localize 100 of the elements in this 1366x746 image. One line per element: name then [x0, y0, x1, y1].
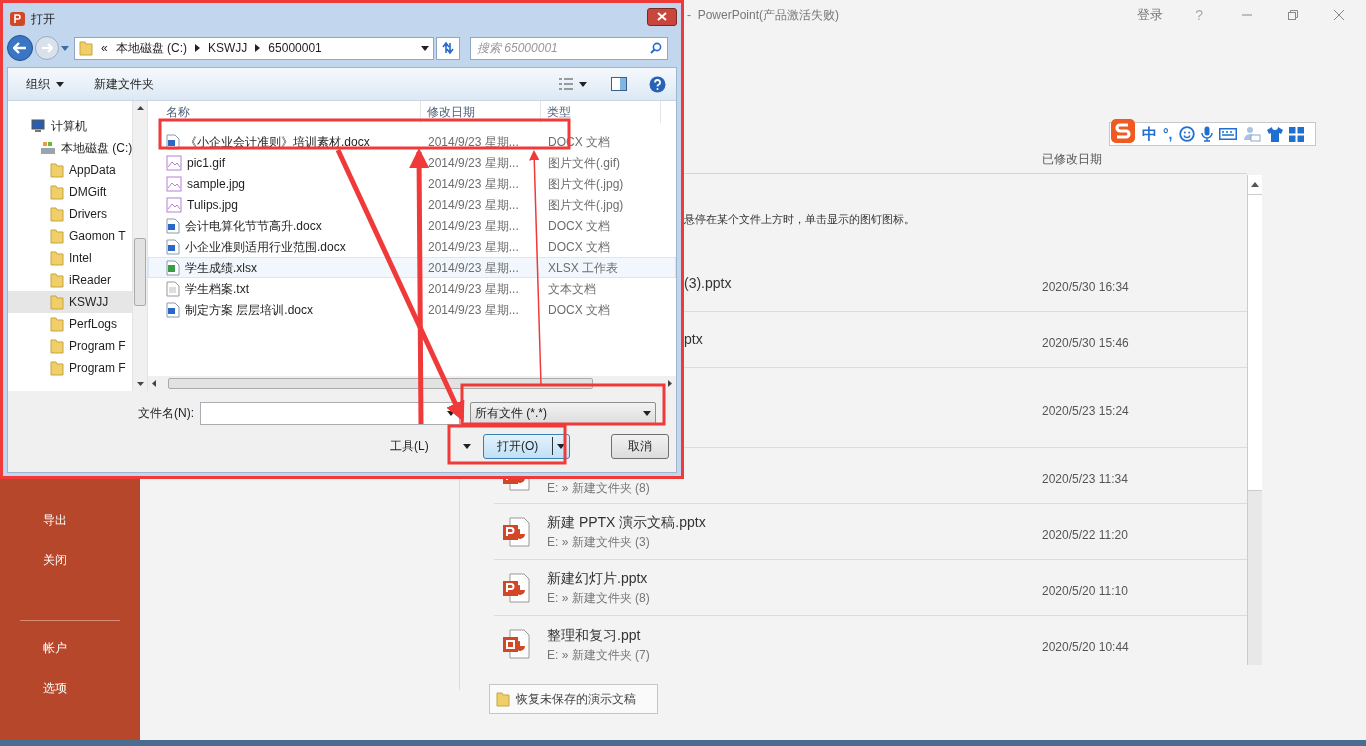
scroll-right-icon[interactable]	[668, 380, 672, 387]
refresh-button[interactable]	[436, 36, 460, 60]
tree-item[interactable]: PerfLogs	[8, 313, 132, 335]
preview-pane-icon[interactable]	[611, 77, 627, 91]
folder-icon	[79, 40, 93, 56]
cancel-button[interactable]: 取消	[610, 433, 669, 459]
file-row[interactable]: pic1.gif 2014/9/23 星期... 图片文件(.gif)	[148, 152, 676, 173]
tools-button[interactable]: 工具(L)	[390, 437, 471, 455]
sign-in-link[interactable]: 登录	[1137, 5, 1164, 25]
scroll-down-icon[interactable]	[136, 382, 144, 386]
back-button[interactable]	[7, 35, 33, 61]
folder-icon	[50, 206, 64, 222]
sidebar-item[interactable]: 帐户	[0, 628, 140, 668]
restore-icon[interactable]	[1287, 9, 1299, 21]
smiley-icon[interactable]	[1178, 126, 1195, 142]
scrollbar-thumb[interactable]	[168, 378, 593, 389]
file-type: 图片文件(.gif)	[547, 154, 621, 172]
breadcrumb-item[interactable]: 65000001	[268, 39, 322, 57]
history-caret-icon[interactable]	[61, 45, 69, 51]
breadcrumb-item[interactable]: 本地磁盘 (C:)	[115, 39, 187, 57]
recent-file-item[interactable]: 新建 PPTX 演示文稿.pptx E: » 新建文件夹 (3) 2020/5/22 11:20	[494, 504, 1247, 560]
file-type: 图片文件(.jpg)	[547, 175, 625, 193]
sidebar-item[interactable]: 选项	[0, 668, 140, 708]
column-header[interactable]: 修改日期	[421, 101, 541, 123]
file-date: 2014/9/23 星期...	[427, 175, 520, 193]
scrollbar[interactable]	[1247, 175, 1262, 665]
sidebar-item[interactable]: 关闭	[0, 540, 140, 580]
address-bar[interactable]: « 本地磁盘 (C:) KSWJJ 65000001	[74, 36, 434, 60]
tree-item[interactable]: DMGift	[8, 181, 132, 203]
column-header[interactable]: 类型	[541, 101, 661, 123]
tree-item[interactable]: Intel	[8, 247, 132, 269]
grid-icon[interactable]	[1288, 126, 1304, 142]
recent-file-path: E: » 新建文件夹 (8)	[547, 590, 651, 607]
shirt-icon[interactable]	[1266, 126, 1283, 142]
back-arrow-icon	[13, 42, 27, 54]
tree-item[interactable]: Program F	[8, 335, 132, 357]
file-type: DOCX 文档	[547, 238, 611, 256]
microphone-icon[interactable]	[1200, 126, 1213, 142]
scrollbar-thumb[interactable]	[1248, 195, 1262, 491]
scroll-up-icon[interactable]	[136, 106, 144, 110]
punctuation-toggle[interactable]: °,	[1163, 123, 1173, 145]
recent-file-path: E: » 新建文件夹 (7)	[547, 646, 651, 664]
tree-item[interactable]: AppData	[8, 159, 132, 181]
file-name: 小企业准则适用行业范围.docx	[185, 238, 346, 256]
file-type: 图片文件(.jpg)	[547, 196, 625, 214]
file-name: pic1.gif	[187, 154, 226, 172]
spreadsheet-icon	[166, 259, 180, 276]
recent-file-item[interactable]: 新建幻灯片.pptx E: » 新建文件夹 (8) 2020/5/20 11:10	[494, 560, 1247, 616]
breadcrumb-overflow[interactable]: «	[101, 39, 108, 57]
input-mode-toggle[interactable]: 中	[1142, 122, 1157, 146]
file-name: 《小企业会计准则》培训素材.docx	[185, 133, 370, 151]
recent-file-item[interactable]: 整理和复习.ppt E: » 新建文件夹 (7) 2020/5/20 10:44	[494, 616, 1247, 672]
breadcrumb-item[interactable]: KSWJJ	[208, 39, 248, 57]
recover-unsaved-button[interactable]: 恢复未保存的演示文稿	[489, 684, 658, 714]
tree-item[interactable]: iReader	[8, 269, 132, 291]
recent-file-name: 新建幻灯片.pptx	[547, 569, 649, 588]
recent-file-date: 2020/5/20 10:44	[1042, 639, 1129, 656]
close-icon[interactable]	[1333, 9, 1345, 21]
filename-field[interactable]	[200, 401, 460, 425]
keyboard-icon[interactable]	[1218, 128, 1237, 140]
file-name: 学生成绩.xlsx	[185, 259, 257, 277]
recent-file-date: 2020/5/30 15:46	[1042, 334, 1129, 352]
file-type: 文本文档	[547, 280, 597, 298]
dropdown-caret-icon	[556, 443, 565, 449]
tree-item[interactable]: 本地磁盘 (C:)	[8, 137, 132, 159]
open-split-button[interactable]: 打开(O)	[482, 433, 570, 459]
tree-item[interactable]: Program F	[8, 357, 132, 379]
image-file-icon	[166, 154, 182, 171]
file-row[interactable]: 小企业准则适用行业范围.docx 2014/9/23 星期... DOCX 文档	[148, 236, 676, 257]
folder-icon	[50, 272, 64, 288]
tree-item[interactable]: KSWJJ	[8, 291, 132, 313]
sidebar-item[interactable]: 导出	[0, 500, 140, 540]
scrollbar-thumb[interactable]	[134, 238, 146, 306]
recent-file-path: E: » 新建文件夹 (8)	[547, 479, 651, 497]
file-type: DOCX 文档	[547, 217, 611, 235]
tree-item[interactable]: Gaomon T	[8, 225, 132, 247]
file-row[interactable]: sample.jpg 2014/9/23 星期... 图片文件(.jpg)	[148, 173, 676, 194]
file-row[interactable]: 会计电算化节节高升.docx 2014/9/23 星期... DOCX 文档	[148, 215, 676, 236]
column-header[interactable]: 名称	[148, 101, 421, 123]
scrollbar[interactable]	[132, 101, 147, 391]
file-name: Tulips.jpg	[187, 196, 238, 214]
word-document-icon	[166, 133, 180, 150]
organize-button[interactable]: 组织	[18, 72, 72, 96]
close-icon	[657, 12, 667, 21]
image-file-icon	[166, 196, 182, 213]
search-field[interactable]: 搜索 65000001	[470, 36, 668, 60]
close-button[interactable]	[647, 7, 677, 26]
file-name: sample.jpg	[187, 175, 246, 193]
scroll-up-icon[interactable]	[1251, 182, 1259, 187]
help-icon[interactable]	[649, 75, 666, 93]
new-folder-button[interactable]: 新建文件夹	[86, 72, 162, 96]
ime-logo-icon[interactable]	[1110, 118, 1136, 144]
folder-icon	[496, 691, 510, 707]
file-row[interactable]: 学生成绩.xlsx 2014/9/23 星期... XLSX 工作表	[148, 257, 676, 278]
file-row[interactable]: Tulips.jpg 2014/9/23 星期... 图片文件(.jpg)	[148, 194, 676, 215]
file-type-dropdown[interactable]: 所有文件 (*.*)	[470, 401, 656, 425]
recent-file-name: (3).pptx	[684, 274, 733, 293]
tree-item[interactable]: 计算机	[8, 115, 132, 137]
scroll-left-icon[interactable]	[152, 380, 156, 387]
tree-item[interactable]: Drivers	[8, 203, 132, 225]
